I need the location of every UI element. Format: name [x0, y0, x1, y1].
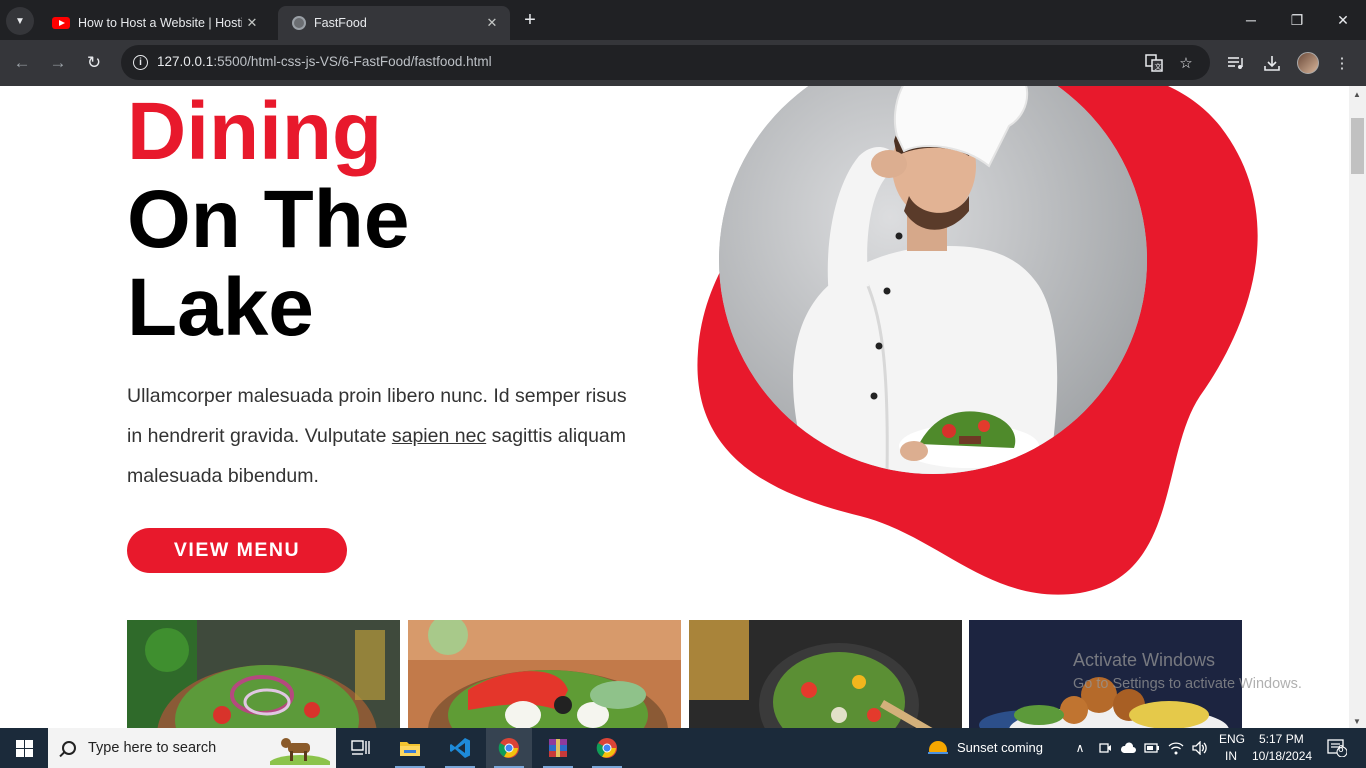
vscode-icon[interactable] [437, 728, 483, 768]
hero-description: Ullamcorper malesuada proin libero nunc.… [127, 376, 627, 496]
svg-text:文: 文 [1155, 62, 1162, 71]
notification-count: 6 [1338, 744, 1344, 755]
browser-tab-bar: ▼ How to Host a Website | Hosting ✕ Fast… [0, 0, 1366, 40]
reload-button[interactable]: ↻ [80, 49, 108, 77]
battery-icon[interactable] [1144, 740, 1160, 756]
scroll-up-arrow-icon[interactable]: ▲ [1353, 90, 1361, 99]
restore-button[interactable]: ❐ [1274, 0, 1320, 40]
tab-search-button[interactable]: ▼ [6, 7, 34, 35]
search-placeholder: Type here to search [88, 740, 217, 756]
address-bar[interactable]: i 127.0.0.1:5500/html-css-js-VS/6-FastFo… [121, 45, 1210, 80]
close-tab-icon[interactable]: ✕ [242, 13, 262, 33]
falafel-plate-image [969, 620, 1242, 728]
caprese-salad-image [408, 620, 681, 728]
show-hidden-icons-chevron-icon[interactable]: ∧ [1072, 740, 1088, 756]
media-playlist-icon[interactable] [1225, 52, 1247, 74]
winrar-icon[interactable] [535, 728, 581, 768]
tab-title: FastFood [314, 16, 367, 30]
activate-windows-subtitle: Go to Settings to activate Windows. [1073, 676, 1302, 692]
youtube-icon [52, 17, 70, 29]
onedrive-cloud-icon[interactable] [1120, 740, 1136, 756]
language-indicator-bottom[interactable]: IN [1225, 749, 1237, 763]
chrome-taskbar-icon[interactable] [486, 728, 532, 768]
info-icon[interactable]: i [133, 55, 148, 70]
search-highlight-illustration [270, 738, 330, 765]
url-host: 127.0.0.1 [157, 54, 214, 69]
activate-windows-title: Activate Windows [1073, 650, 1216, 670]
download-icon[interactable] [1261, 52, 1283, 74]
forward-button[interactable]: → [44, 49, 72, 77]
new-tab-button[interactable]: + [518, 8, 542, 32]
weather-sunset-icon[interactable] [926, 738, 950, 758]
scroll-thumb[interactable] [1351, 118, 1364, 174]
translate-icon[interactable]: 文 [1144, 53, 1164, 73]
wifi-icon[interactable] [1168, 740, 1184, 756]
back-button[interactable]: ← [8, 49, 36, 77]
search-icon [62, 741, 76, 755]
url-text[interactable]: 127.0.0.1:5500/html-css-js-VS/6-FastFood… [157, 54, 492, 69]
hero-title-line-2: On The [127, 174, 410, 265]
food-gallery [127, 620, 1242, 728]
meet-now-icon[interactable] [1097, 740, 1113, 756]
page-viewport: Dining On The Lake Ullamcorper malesuada… [0, 86, 1349, 728]
tab-title: How to Host a Website | Hosting [78, 16, 242, 30]
view-menu-button[interactable]: VIEW MENU [127, 528, 347, 573]
clock-time[interactable]: 5:17 PM [1259, 732, 1304, 746]
tab-youtube[interactable]: How to Host a Website | Hosting ✕ [38, 6, 270, 40]
salad-bowl-image [127, 620, 400, 728]
close-window-button[interactable]: ✕ [1320, 0, 1366, 40]
vegetable-pan-image [689, 620, 962, 728]
bookmark-star-icon[interactable]: ☆ [1176, 53, 1196, 73]
globe-icon [292, 16, 306, 30]
file-explorer-icon[interactable] [387, 728, 433, 768]
task-view-icon[interactable] [338, 728, 384, 768]
windows-taskbar: Type here to search Sunset coming ∧ ENG … [0, 728, 1366, 768]
language-indicator-top[interactable]: ENG [1219, 732, 1245, 746]
scroll-down-arrow-icon[interactable]: ▼ [1353, 717, 1361, 726]
hero-title-accent: Dining [127, 86, 383, 177]
url-path: :5500/html-css-js-VS/6-FastFood/fastfood… [213, 54, 492, 69]
hero-inline-link[interactable]: sapien nec [392, 425, 486, 447]
minimize-button[interactable]: ─ [1228, 0, 1274, 40]
taskbar-search-box[interactable]: Type here to search [48, 728, 336, 768]
hero-title: Dining On The Lake [127, 88, 409, 352]
notification-center-icon[interactable] [1326, 738, 1348, 758]
profile-avatar[interactable] [1297, 52, 1319, 74]
windows-logo-icon [15, 739, 33, 757]
hero-title-line-3: Lake [127, 262, 314, 353]
clock-date[interactable]: 10/18/2024 [1252, 749, 1312, 763]
close-tab-icon[interactable]: ✕ [482, 13, 502, 33]
browser-toolbar: ← → ↻ i 127.0.0.1:5500/html-css-js-VS/6-… [0, 40, 1366, 86]
page-scrollbar[interactable]: ▲ ▼ [1349, 86, 1366, 728]
chrome-profile-taskbar-icon[interactable] [584, 728, 630, 768]
more-menu-icon[interactable]: ⋮ [1331, 52, 1353, 74]
weather-text[interactable]: Sunset coming [957, 740, 1043, 755]
start-button[interactable] [0, 728, 48, 768]
tab-fastfood[interactable]: FastFood ✕ [278, 6, 510, 40]
volume-icon[interactable] [1192, 740, 1208, 756]
